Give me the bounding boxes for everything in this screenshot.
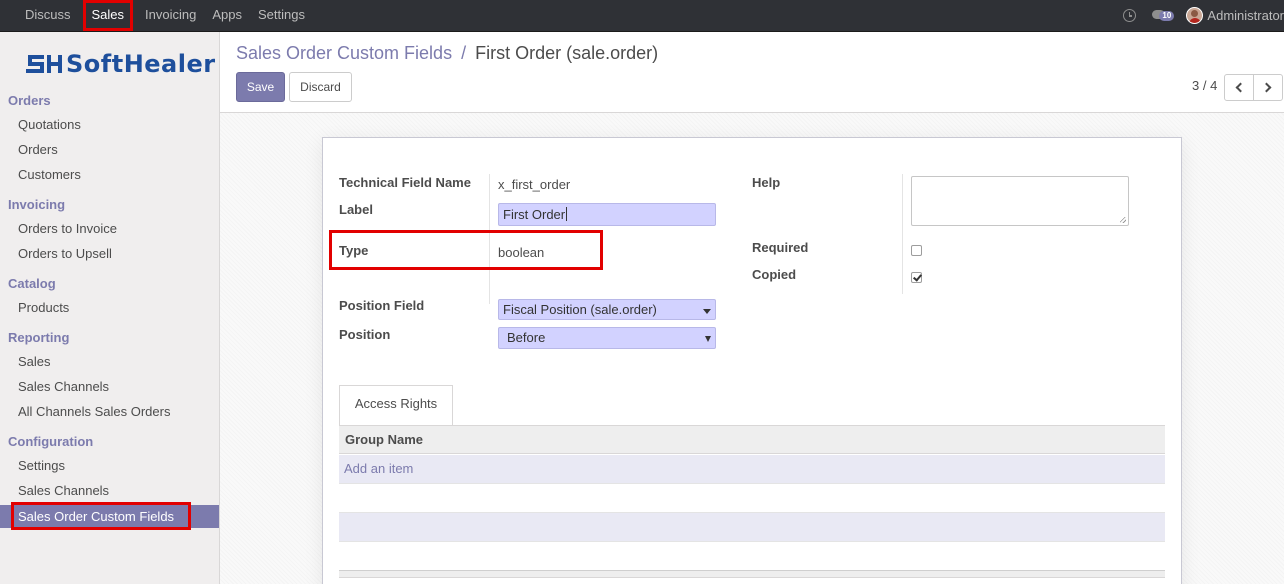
sidebar-item-customers[interactable]: Customers	[0, 163, 219, 186]
sidebar-item-orders[interactable]: Orders	[0, 138, 219, 161]
dropdown-caret-icon	[703, 309, 711, 314]
position-field-value: Fiscal Position (sale.order)	[503, 302, 657, 317]
tab-access-rights[interactable]: Access Rights	[339, 385, 453, 426]
main-content: Sales Order Custom Fields / First Order …	[220, 32, 1284, 584]
section-orders: Orders	[8, 93, 51, 108]
user-avatar[interactable]	[1186, 7, 1204, 24]
control-panel: Sales Order Custom Fields / First Order …	[220, 32, 1284, 113]
help-label: Help	[752, 175, 781, 190]
required-checkbox[interactable]	[911, 245, 922, 256]
position-value: Before	[507, 330, 546, 345]
pager-next-button[interactable]	[1253, 74, 1283, 101]
table-row	[339, 542, 1165, 571]
sidebar-item-orders-to-invoice[interactable]: Orders to Invoice	[0, 217, 219, 240]
section-invoicing: Invoicing	[8, 197, 66, 212]
add-an-item-link[interactable]: Add an item	[344, 461, 413, 476]
resize-grip-icon[interactable]	[1120, 217, 1126, 223]
position-label: Position	[339, 327, 391, 342]
chevron-right-icon	[1261, 82, 1272, 93]
table-row	[339, 513, 1165, 542]
pager-previous-button[interactable]	[1224, 74, 1254, 101]
menu-settings[interactable]: Settings	[250, 0, 313, 31]
breadcrumb-current: First Order (sale.order)	[475, 43, 659, 63]
messaging-icon[interactable]: 10	[1152, 9, 1175, 23]
section-reporting: Reporting	[8, 330, 70, 345]
position-field-label: Position Field	[339, 298, 425, 313]
breadcrumb: Sales Order Custom Fields / First Order …	[236, 43, 658, 64]
sidebar-item-reporting-sales[interactable]: Sales	[0, 350, 219, 373]
required-label: Required	[752, 240, 809, 255]
pager-value[interactable]: 3 / 4	[1192, 78, 1217, 93]
breadcrumb-separator: /	[461, 43, 467, 63]
form-background: Technical Field Name x_first_order Label…	[220, 113, 1284, 584]
discard-button[interactable]: Discard	[289, 72, 352, 102]
activity-clock-icon[interactable]	[1123, 9, 1137, 22]
table-footer	[339, 570, 1165, 578]
sidebar-item-products[interactable]: Products	[0, 296, 219, 319]
section-configuration: Configuration	[8, 434, 94, 449]
text-cursor	[566, 207, 568, 221]
help-textarea[interactable]	[911, 176, 1129, 226]
user-menu[interactable]: Administrator	[1207, 8, 1284, 23]
sidebar-item-reporting-sales-channels[interactable]: Sales Channels	[0, 375, 219, 398]
breadcrumb-parent-link[interactable]: Sales Order Custom Fields	[236, 43, 452, 63]
top-navbar: Discuss Sales Invoicing Apps Settings 10…	[0, 0, 1284, 32]
save-button[interactable]: Save	[236, 72, 285, 102]
sidebar-item-settings[interactable]: Settings	[0, 454, 219, 477]
sidebar-item-quotations[interactable]: Quotations	[0, 113, 219, 136]
position-select[interactable]: Before	[498, 327, 716, 349]
sidebar-item-config-sales-channels[interactable]: Sales Channels	[0, 479, 219, 502]
sidebar: SoftHealer Orders Quotations Orders Cust…	[0, 32, 220, 584]
label-field-label: Label	[339, 202, 373, 217]
sidebar-item-sales-order-custom-fields[interactable]: Sales Order Custom Fields	[0, 502, 219, 530]
sidebar-item-orders-to-upsell[interactable]: Orders to Upsell	[0, 242, 219, 265]
column-header-group-name[interactable]: Group Name	[345, 432, 423, 447]
sidebar-item-all-channels-sales-orders[interactable]: All Channels Sales Orders	[0, 400, 219, 423]
technical-field-name-value: x_first_order	[498, 177, 571, 192]
right-group-divider	[902, 174, 903, 294]
sidebar-item-label: Sales Order Custom Fields	[18, 509, 175, 524]
dropdown-caret-icon	[705, 336, 711, 342]
form-sheet: Technical Field Name x_first_order Label…	[322, 137, 1182, 584]
position-field-select[interactable]: Fiscal Position (sale.order)	[498, 299, 716, 320]
technical-field-name-label: Technical Field Name	[339, 175, 471, 190]
section-catalog: Catalog	[8, 276, 56, 291]
copied-checkbox[interactable]	[911, 272, 922, 283]
message-count-badge: 10	[1159, 10, 1175, 21]
app-menu: Discuss Sales Invoicing Apps Settings	[0, 0, 313, 31]
menu-discuss[interactable]: Discuss	[0, 0, 79, 31]
menu-apps[interactable]: Apps	[204, 0, 250, 31]
menu-sales[interactable]: Sales	[82, 0, 134, 31]
label-input-value: First Order	[503, 207, 566, 222]
copied-label: Copied	[752, 267, 797, 282]
menu-invoicing[interactable]: Invoicing	[137, 0, 204, 31]
table-header: Group Name	[339, 425, 1165, 454]
chevron-left-icon	[1235, 82, 1246, 93]
label-input[interactable]: First Order	[498, 203, 716, 226]
table-row: Add an item	[339, 455, 1165, 484]
brand-name: SoftHealer	[66, 50, 216, 78]
type-highlight-box	[329, 230, 603, 270]
systray: 10 Administrator	[1123, 0, 1284, 31]
softhealer-logo: SoftHealer	[26, 50, 216, 78]
sh-logo-mark-icon	[26, 52, 64, 76]
table-row	[339, 484, 1165, 513]
